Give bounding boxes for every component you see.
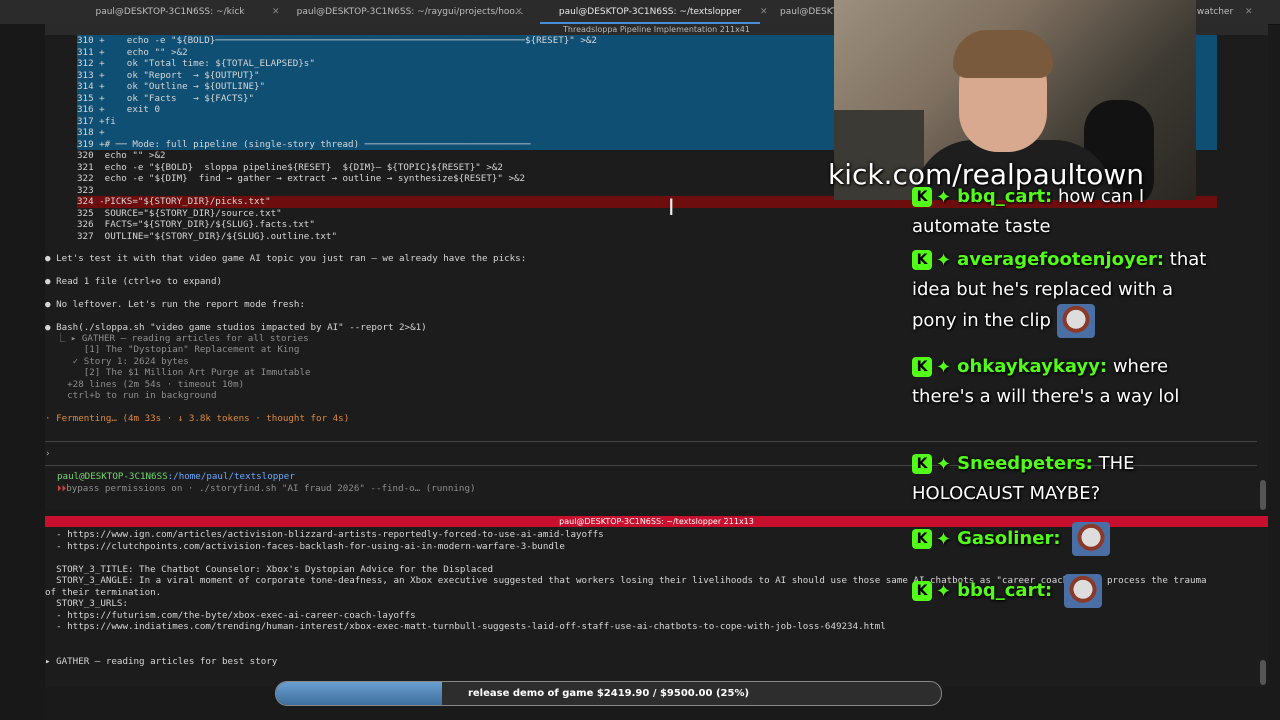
divider bbox=[45, 441, 1257, 442]
streamer-hair bbox=[953, 30, 1053, 78]
kick-badge-icon: K bbox=[912, 250, 932, 270]
chat-username: averagefootenjoyer: bbox=[957, 249, 1165, 270]
chat-message: K ✦ bbq_cart: bbox=[912, 574, 1212, 608]
code-line: 325 SOURCE="${STORY_DIR}/source.txt" bbox=[77, 207, 282, 219]
agent-line: ● Bash(./sloppa.sh "video game studios i… bbox=[45, 322, 427, 333]
code-line: 323 bbox=[77, 184, 94, 196]
agent-line: ● Let's test it with that video game AI … bbox=[45, 253, 527, 264]
agent-line: · Fermenting… (4m 33s · ↓ 3.8k tokens · … bbox=[45, 413, 350, 424]
text-cursor-icon: I bbox=[668, 196, 675, 221]
prompt-path: paul@DESKTOP-3C1N6SS:/home/paul/textslop… bbox=[57, 471, 295, 483]
code-line: 327 OUTLINE="${STORY_DIR}/${SLUG}.outlin… bbox=[77, 230, 337, 242]
chat-username: Sneedpeters: bbox=[957, 453, 1093, 474]
kick-badge-icon: K bbox=[912, 357, 932, 377]
prompt-symbol: › bbox=[45, 448, 51, 459]
agent-line: ⎿ ▸ GATHER — reading articles for all st… bbox=[45, 333, 309, 344]
tab-watcher[interactable]: watcher bbox=[1190, 0, 1240, 24]
agent-line: ● Read 1 file (ctrl+o to expand) bbox=[45, 276, 223, 287]
goal-label: release demo of game $2419.90 / $9500.00… bbox=[467, 688, 750, 699]
code-line: 322 echo -e "${DIM} find → gather → extr… bbox=[77, 173, 526, 184]
status-text: bypass permissions on · ./storyfind.sh "… bbox=[66, 483, 476, 494]
chat-emote-icon bbox=[1063, 574, 1102, 608]
agent-line: +28 lines (2m 54s · timeout 10m) bbox=[45, 379, 245, 390]
chat-message: K ✦ Sneedpeters: THE HOLOCAUST MAYBE? bbox=[912, 449, 1212, 508]
prompt-dir: :/home/paul/textslopper bbox=[167, 471, 295, 482]
status-line: ⏵⏵bypass permissions on · ./storyfind.sh… bbox=[57, 483, 476, 495]
kick-badge-icon: K bbox=[912, 187, 932, 207]
subscriber-badge-icon: ✦ bbox=[936, 356, 952, 378]
subscriber-badge-icon: ✦ bbox=[936, 249, 952, 271]
agent-line: ● No leftover. Let's run the report mode… bbox=[45, 299, 305, 310]
chat-username: Gasoliner: bbox=[957, 528, 1061, 549]
close-icon[interactable]: ✕ bbox=[272, 0, 280, 24]
chat-username: bbq_cart: bbox=[957, 580, 1053, 601]
chat-username: ohkaykaykayy: bbox=[957, 356, 1108, 377]
scrollbar[interactable] bbox=[1260, 660, 1266, 685]
bottom-line bbox=[45, 644, 1265, 656]
prompt-user: paul@DESKTOP-3C1N6SS bbox=[57, 471, 168, 482]
chat-emote-icon bbox=[1056, 303, 1095, 338]
subscriber-badge-icon: ✦ bbox=[936, 580, 952, 602]
bottom-line: - https://futurism.com/the-byte/xbox-exe… bbox=[45, 609, 416, 621]
chat-message: K ✦ Gasoliner: bbox=[912, 522, 1212, 556]
kick-badge-icon: K bbox=[912, 529, 932, 549]
close-icon[interactable]: ✕ bbox=[760, 0, 768, 24]
code-line: 326 FACTS="${STORY_DIR}/${SLUG}.facts.tx… bbox=[77, 219, 315, 230]
subscriber-badge-icon: ✦ bbox=[936, 186, 952, 208]
status-icon: ⏵⏵ bbox=[57, 483, 67, 494]
chat-message: K ✦ bbq_cart: how can I automate taste bbox=[912, 182, 1212, 241]
chat-message: K ✦ averagefootenjoyer: that idea but he's… bbox=[912, 245, 1212, 338]
agent-line: [2] The $1 Million Art Purge at Immutabl… bbox=[45, 367, 311, 378]
tab-kick[interactable]: paul@DESKTOP-3C1N6SS: ~/kick bbox=[45, 0, 295, 24]
code-line: 321 echo -e "${BOLD} sloppa pipeline${RE… bbox=[77, 161, 503, 173]
code-line: 320 echo "" >&2 bbox=[77, 150, 166, 161]
chat-text bbox=[1052, 580, 1058, 601]
agent-line: [1] The "Dystopian" Replacement at King bbox=[45, 344, 300, 355]
bottom-line: - https://www.indiatimes.com/trending/hu… bbox=[45, 621, 886, 632]
left-gutter bbox=[0, 24, 45, 720]
subscriber-badge-icon: ✦ bbox=[936, 528, 952, 550]
chat-message: K ✦ ohkaykaykayy: where there's a will the… bbox=[912, 352, 1212, 411]
kick-badge-icon: K bbox=[912, 454, 932, 474]
chat-username: bbq_cart: bbox=[957, 186, 1053, 207]
scrollbar[interactable] bbox=[1260, 480, 1266, 510]
chat-text bbox=[1061, 528, 1067, 549]
tab-other[interactable]: paul@DESKTOP-3C1N6SS: ~/... bbox=[780, 0, 840, 24]
agent-line: ✓ Story 1: 2624 bytes bbox=[45, 356, 189, 367]
close-icon[interactable]: ✕ bbox=[1245, 0, 1253, 24]
kick-badge-icon: K bbox=[912, 581, 932, 601]
chat-emote-icon bbox=[1072, 522, 1111, 556]
subscriber-badge-icon: ✦ bbox=[936, 453, 952, 475]
tab-textslopper[interactable]: paul@DESKTOP-3C1N6SS: ~/textslopper bbox=[540, 0, 760, 24]
donation-goal-bar: release demo of game $2419.90 / $9500.00… bbox=[275, 681, 942, 706]
bottom-line bbox=[45, 633, 1265, 645]
bottom-line: ▸ GATHER — reading articles for best sto… bbox=[45, 655, 278, 667]
tab-raygui[interactable]: paul@DESKTOP-3C1N6SS: ~/raygui/projects/… bbox=[295, 0, 525, 24]
agent-line: ctrl+b to run in background bbox=[45, 390, 217, 401]
close-icon[interactable]: ✕ bbox=[515, 0, 523, 24]
